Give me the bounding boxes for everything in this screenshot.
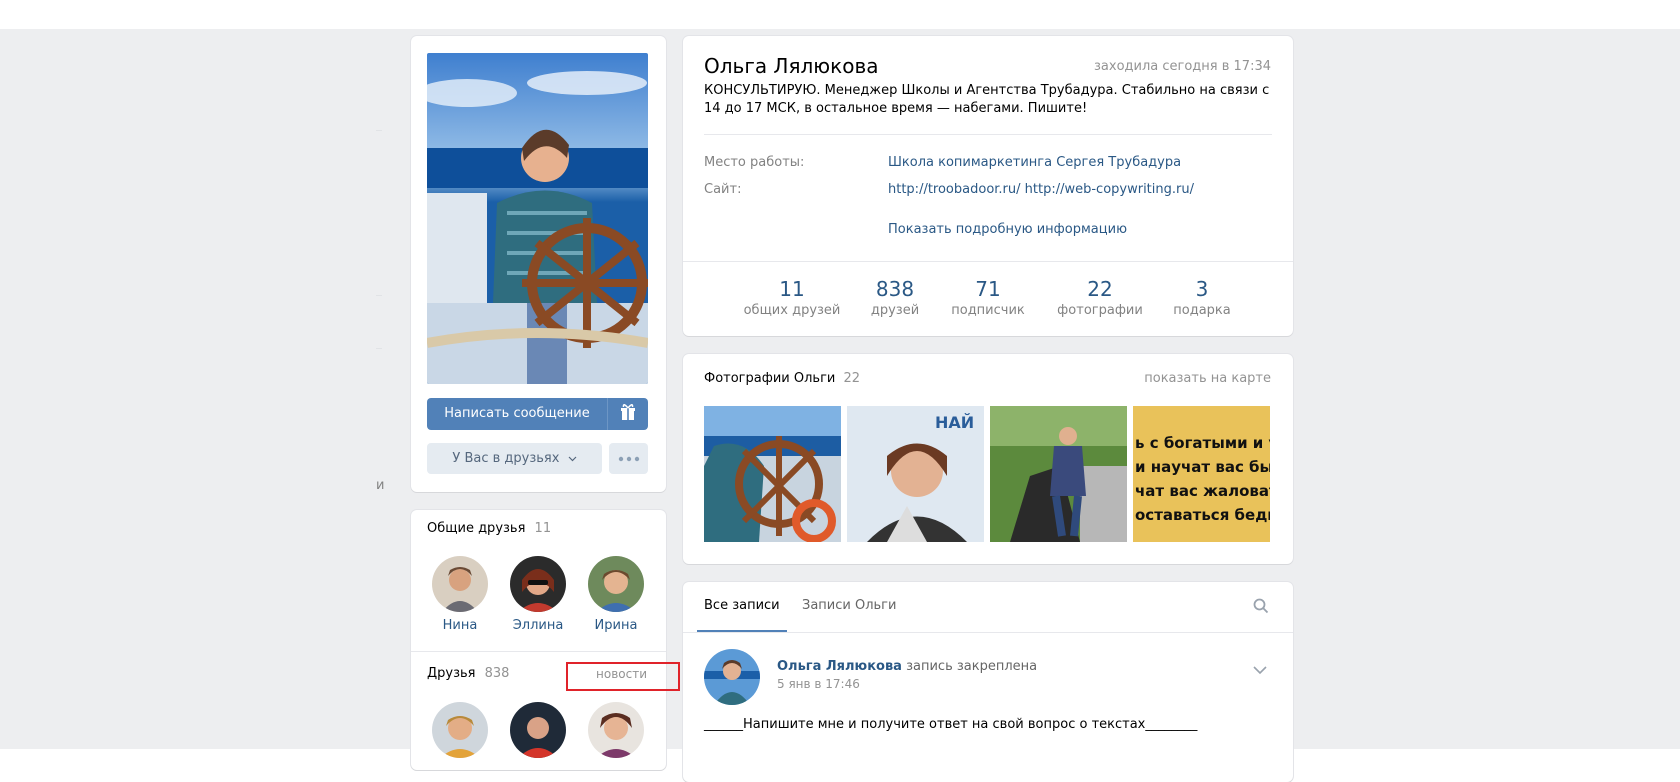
counter-gifts[interactable]: 3 подарка <box>1162 277 1242 321</box>
post-pinned-label: запись закреплена <box>906 659 1038 674</box>
counter-caption: подписчик <box>951 303 1025 318</box>
gift-icon[interactable] <box>608 398 648 430</box>
photo-thumbnail[interactable] <box>704 406 841 542</box>
svg-text:НАЙ: НАЙ <box>935 413 974 432</box>
counter-caption: фотографии <box>1057 303 1143 318</box>
show-on-map-link[interactable]: показать на карте <box>1144 371 1271 386</box>
tab-all-posts[interactable]: Все записи <box>704 598 780 613</box>
sidebar-partial-text: и <box>376 478 385 493</box>
friend-avatar <box>510 702 566 758</box>
counter-caption: общих друзей <box>743 303 841 318</box>
profile-name: Ольга Лялюкова <box>704 54 879 78</box>
photos-title: Фотографии Ольги <box>704 371 836 386</box>
friend-card[interactable] <box>420 702 500 758</box>
profile-status: КОНСУЛЬТИРУЮ. Менеджер Школы и Агентства… <box>704 83 1270 116</box>
search-icon[interactable] <box>1253 598 1269 618</box>
counter-value: 11 <box>779 277 805 301</box>
photos-count: 22 <box>843 371 861 386</box>
counter-common-friends[interactable]: 11 общих друзей <box>742 277 842 321</box>
post-text: ______Напишите мне и получите ответ на с… <box>704 717 1198 732</box>
friend-name: Ирина <box>594 618 638 633</box>
more-dots-icon <box>618 451 640 466</box>
post-date[interactable]: 5 янв в 17:46 <box>777 677 860 691</box>
photos-header[interactable]: Фотографии Ольги 22 <box>704 371 860 386</box>
chevron-down-icon <box>568 443 577 474</box>
counter-photos[interactable]: 22 фотографии <box>1054 277 1146 321</box>
counter-value: 71 <box>975 277 1001 301</box>
show-details-link[interactable]: Показать подробную информацию <box>888 222 1127 237</box>
work-label: Место работы: <box>704 155 805 170</box>
write-message-button[interactable]: Написать сообщение <box>427 398 648 430</box>
work-link[interactable]: Школа копимаркетинга Сергея Трубадура <box>888 155 1181 170</box>
post-author-avatar[interactable] <box>704 649 760 705</box>
write-message-label: Написать сообщение <box>444 406 590 421</box>
friend-card[interactable]: Ирина <box>576 556 656 633</box>
more-actions-button[interactable] <box>609 443 648 474</box>
last-seen: заходила сегодня в 17:34 <box>1094 59 1271 74</box>
counter-followers[interactable]: 71 подписчик <box>948 277 1028 321</box>
friend-card[interactable] <box>576 702 656 758</box>
photo-thumbnail[interactable]: ь с богатыми и у и научат вас быт чат ва… <box>1133 406 1270 542</box>
post-header: Ольга Лялюкова запись закреплена <box>777 659 1037 674</box>
chevron-down-icon[interactable] <box>1253 660 1267 679</box>
photo-caption-line: оставаться бедны <box>1135 506 1270 524</box>
divider <box>411 651 666 652</box>
friend-avatar <box>588 556 644 612</box>
highlight-box <box>566 662 680 691</box>
friend-card[interactable] <box>498 702 578 758</box>
common-friends-count: 11 <box>534 521 552 536</box>
post-author-link[interactable]: Ольга Лялюкова <box>777 659 902 674</box>
divider <box>683 632 1293 633</box>
friend-name: Нина <box>442 618 478 633</box>
counter-caption: друзей <box>870 303 920 318</box>
left-sidebar-partial <box>0 29 377 749</box>
friends-status-label: У Вас в друзьях <box>452 451 560 466</box>
counter-value: 22 <box>1087 277 1113 301</box>
photo-thumbnail[interactable] <box>990 406 1127 542</box>
friend-card[interactable]: Эллина <box>498 556 578 633</box>
friends-header[interactable]: Друзья 838 <box>427 666 509 681</box>
divider <box>683 261 1293 262</box>
photo-caption-line: чат вас жаловать <box>1135 482 1270 500</box>
friend-avatar <box>432 556 488 612</box>
counter-value: 838 <box>875 277 915 301</box>
photo-caption-line: ь с богатыми и у <box>1135 434 1270 452</box>
friend-avatar <box>510 556 566 612</box>
sidebar-divider <box>376 295 382 296</box>
friends-title: Друзья <box>427 666 476 681</box>
counter-caption: подарка <box>1173 303 1231 318</box>
sidebar-divider <box>376 130 382 131</box>
friend-avatar <box>588 702 644 758</box>
photo-thumbnail[interactable]: НАЙ <box>847 406 984 542</box>
friend-card[interactable]: Нина <box>420 556 500 633</box>
photo-caption-line: и научат вас быт <box>1135 458 1270 476</box>
sidebar-divider <box>376 348 382 349</box>
friend-avatar <box>432 702 488 758</box>
counter-friends[interactable]: 838 друзей <box>855 277 935 321</box>
common-friends-header[interactable]: Общие друзья 11 <box>427 521 551 536</box>
friend-name: Эллина <box>512 618 564 633</box>
common-friends-title: Общие друзья <box>427 521 526 536</box>
website-label: Сайт: <box>704 182 742 197</box>
divider <box>704 134 1272 135</box>
friends-status-button[interactable]: У Вас в друзьях <box>427 443 602 474</box>
website-links[interactable]: http://troobadoor.ru/ http://web-copywri… <box>888 182 1194 197</box>
counter-value: 3 <box>1195 277 1209 301</box>
friends-count: 838 <box>484 666 510 681</box>
tab-own-posts[interactable]: Записи Ольги <box>802 598 896 613</box>
profile-avatar[interactable] <box>427 53 648 384</box>
